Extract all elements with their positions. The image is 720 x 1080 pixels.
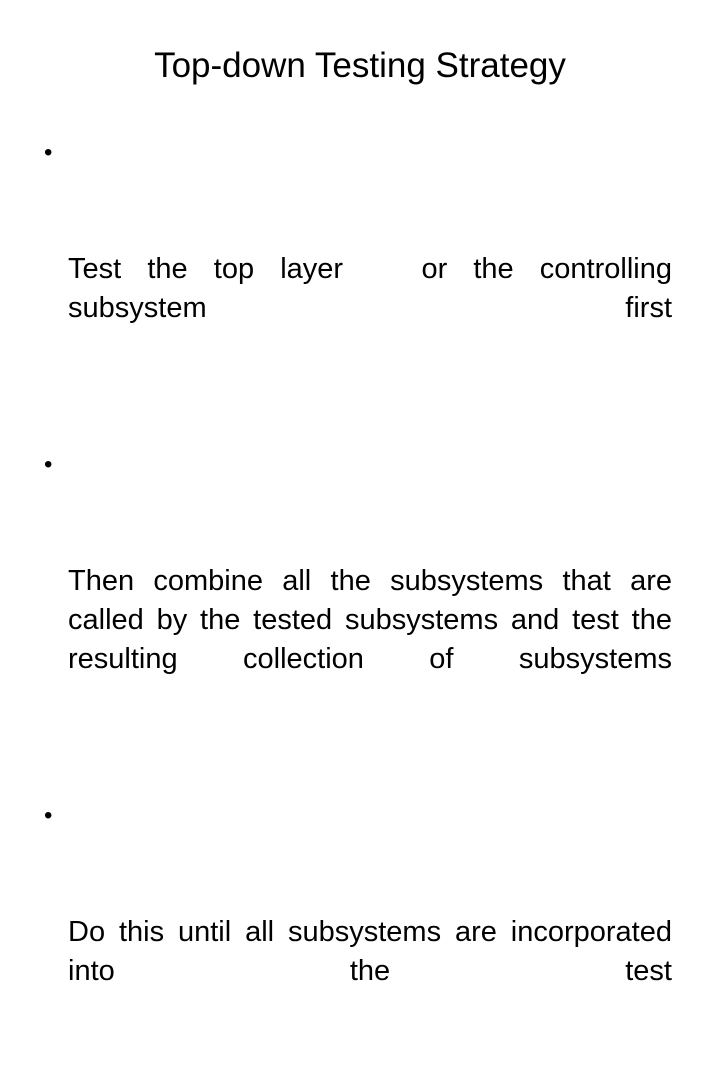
bullet-icon: • <box>44 802 53 829</box>
bullet-icon: • <box>44 139 53 166</box>
bullet-icon: • <box>44 451 53 478</box>
list-item-label: Test the top layer or the controlling su… <box>68 253 681 324</box>
bullet-list: • Test the top layer or the controlling … <box>38 133 672 1080</box>
list-item-label: Do this until all subsystems are incorpo… <box>68 916 681 987</box>
list-item: • Then combine all the subsystems that a… <box>38 445 672 796</box>
list-item: • Test the top layer or the controlling … <box>38 133 672 445</box>
list-item-label: Then combine all the subsystems that are… <box>68 565 681 675</box>
list-item: • Do this until all subsystems are incor… <box>38 796 672 1080</box>
page-title: Top-down Testing Strategy <box>154 46 566 85</box>
slide-canvas: Top-down Testing Strategy • Test the top… <box>0 0 720 987</box>
